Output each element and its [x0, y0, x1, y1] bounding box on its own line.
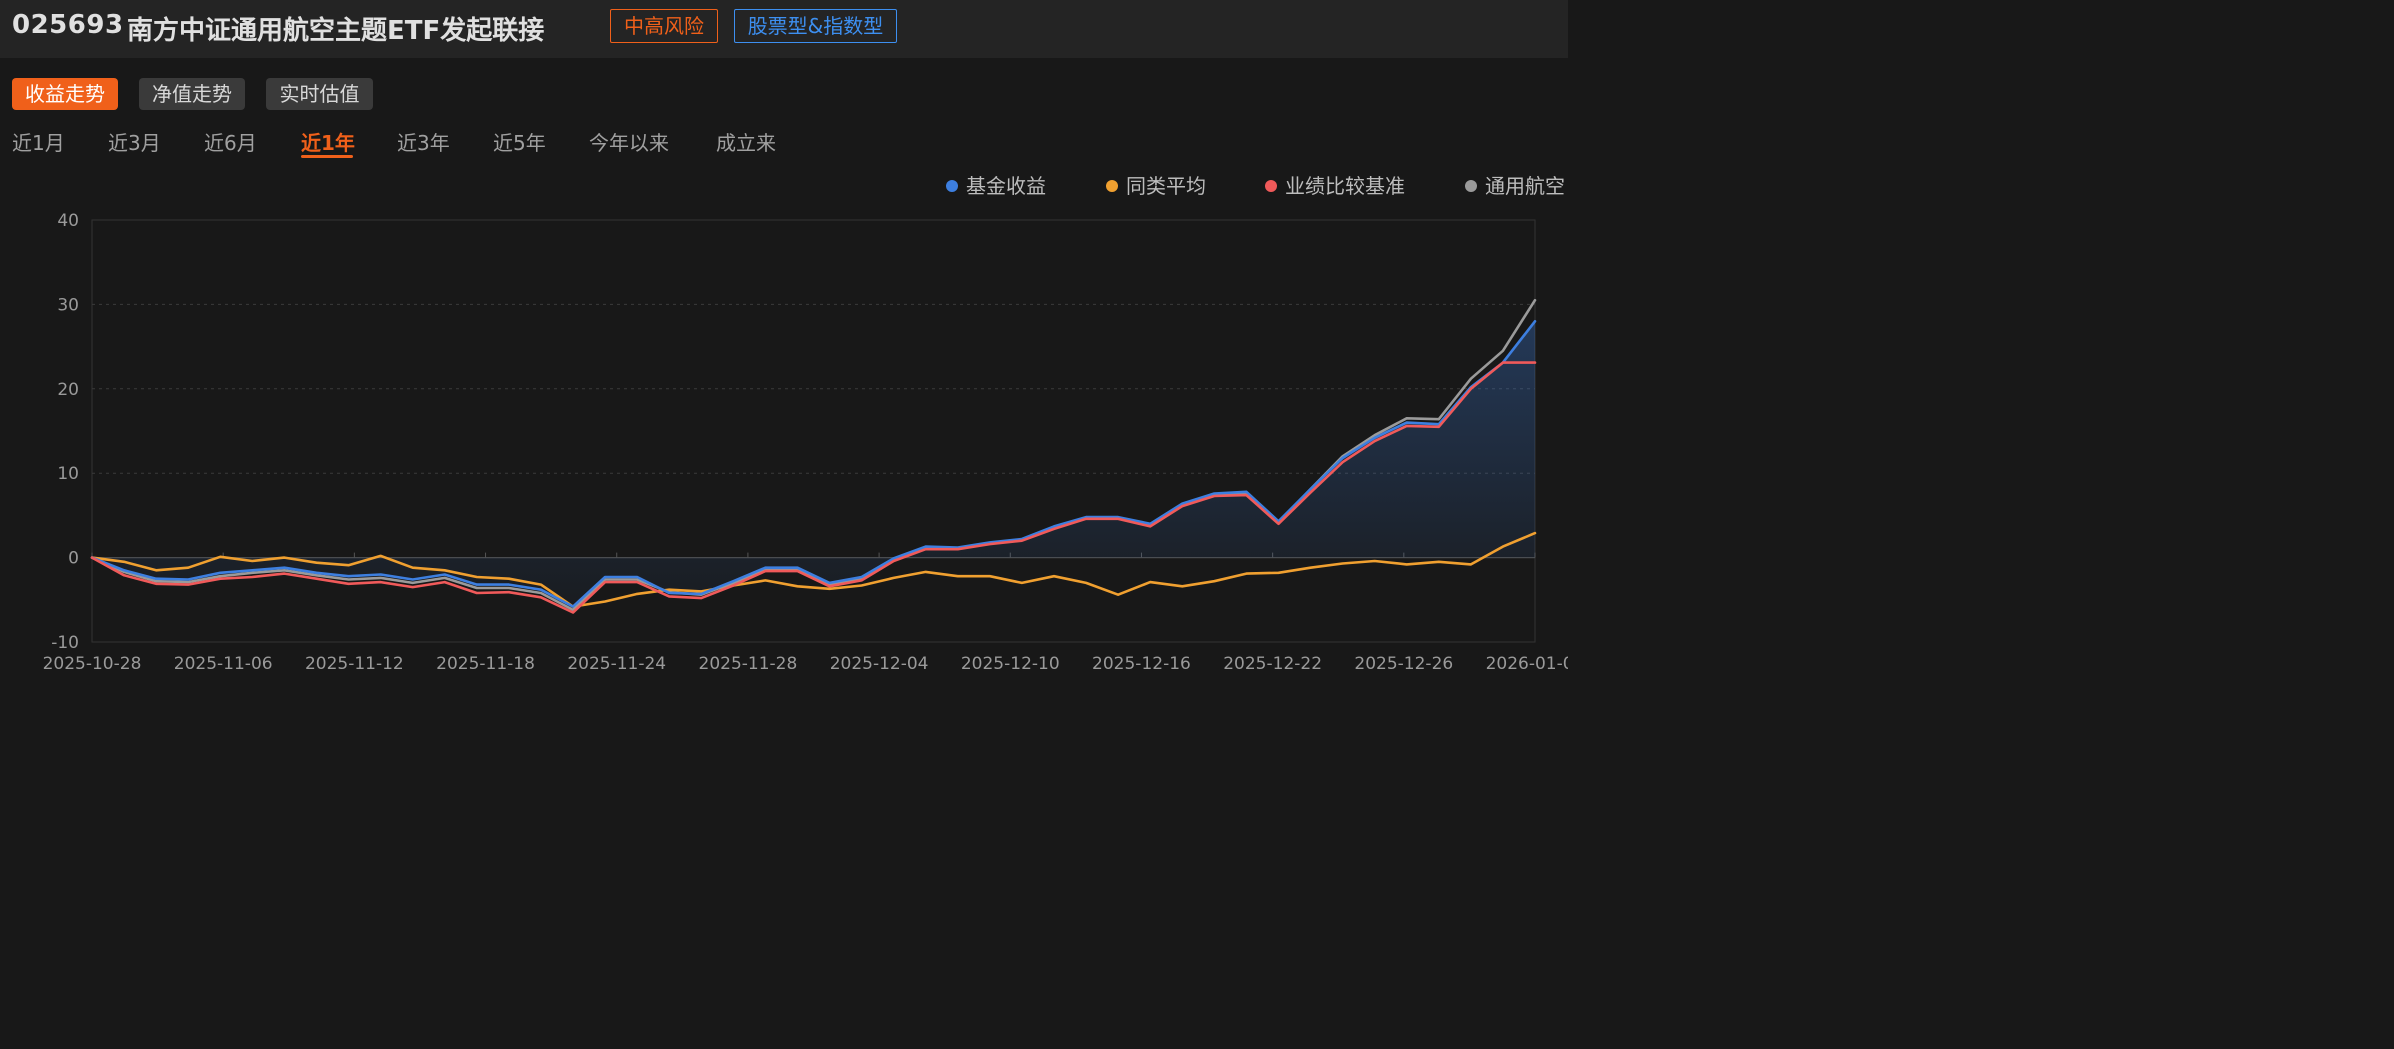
y-tick-label: 0 [68, 549, 79, 569]
period-tab-6m[interactable]: 近6月 [204, 128, 257, 158]
active-period-underline [301, 155, 353, 158]
x-tick-label: 2025-12-04 [830, 654, 929, 674]
period-tab-since-inception[interactable]: 成立来 [716, 128, 776, 158]
period-tab-1y[interactable]: 近1年 [301, 128, 355, 158]
y-tick-label: -10 [51, 633, 79, 653]
x-tick-label: 2025-12-16 [1092, 654, 1191, 674]
legend-dot-icon [1106, 179, 1118, 192]
fund-header: 025693 南方中证通用航空主题ETF发起联接 中高风险 股票型&指数型 [0, 0, 1568, 58]
legend-item-peer-average[interactable]: 同类平均 [1106, 173, 1206, 199]
period-tab-3m[interactable]: 近3月 [108, 128, 161, 158]
fund-return-area [92, 321, 1535, 607]
legend-label: 业绩比较基准 [1285, 174, 1405, 198]
legend-label: 基金收益 [966, 174, 1046, 198]
fund-name: 南方中证通用航空主题ETF发起联接 [127, 16, 545, 46]
return-chart[interactable]: 40 30 20 10 0 -102025-10-28 2025-11-06 2025-11-… [0, 200, 1568, 687]
period-tab-3y[interactable]: 近3年 [397, 128, 450, 158]
x-tick-label: 2025-12-10 [961, 654, 1060, 674]
y-tick-label: 10 [57, 464, 79, 484]
x-tick-label: 2025-12-26 [1354, 654, 1453, 674]
x-tick-label: 2025-11-12 [305, 654, 404, 674]
legend-label: 通用航空 [1485, 174, 1565, 198]
period-tab-1m[interactable]: 近1月 [12, 128, 65, 158]
legend-item-fund[interactable]: 基金收益 [946, 173, 1046, 199]
x-tick-label: 2025-11-24 [567, 654, 666, 674]
legend-dot-icon [1265, 179, 1277, 192]
x-tick-label: 2025-12-22 [1223, 654, 1322, 674]
x-tick-label: 2025-11-06 [174, 654, 273, 674]
y-tick-label: 30 [57, 295, 79, 315]
period-tab-5y[interactable]: 近5年 [493, 128, 546, 158]
fund-code: 025693 [12, 10, 124, 40]
x-tick-label: 2026-01-05 [1486, 654, 1568, 674]
y-tick-label: 40 [57, 211, 79, 231]
tab-realtime-estimate[interactable]: 实时估值 [266, 78, 373, 110]
y-tick-label: 20 [57, 380, 79, 400]
legend-dot-icon [946, 179, 958, 192]
legend-item-index[interactable]: 通用航空 [1465, 173, 1565, 199]
period-tab-ytd[interactable]: 今年以来 [589, 128, 669, 158]
x-tick-label: 2025-10-28 [43, 654, 142, 674]
x-tick-label: 2025-11-28 [699, 654, 798, 674]
tab-return-trend[interactable]: 收益走势 [12, 78, 118, 110]
x-tick-label: 2025-11-18 [436, 654, 535, 674]
risk-level-badge: 中高风险 [610, 9, 718, 43]
fund-type-badge: 股票型&指数型 [734, 9, 897, 43]
legend-item-benchmark[interactable]: 业绩比较基准 [1265, 173, 1405, 199]
tab-nav-trend[interactable]: 净值走势 [139, 78, 245, 110]
legend-dot-icon [1465, 179, 1477, 192]
legend-label: 同类平均 [1126, 174, 1206, 198]
